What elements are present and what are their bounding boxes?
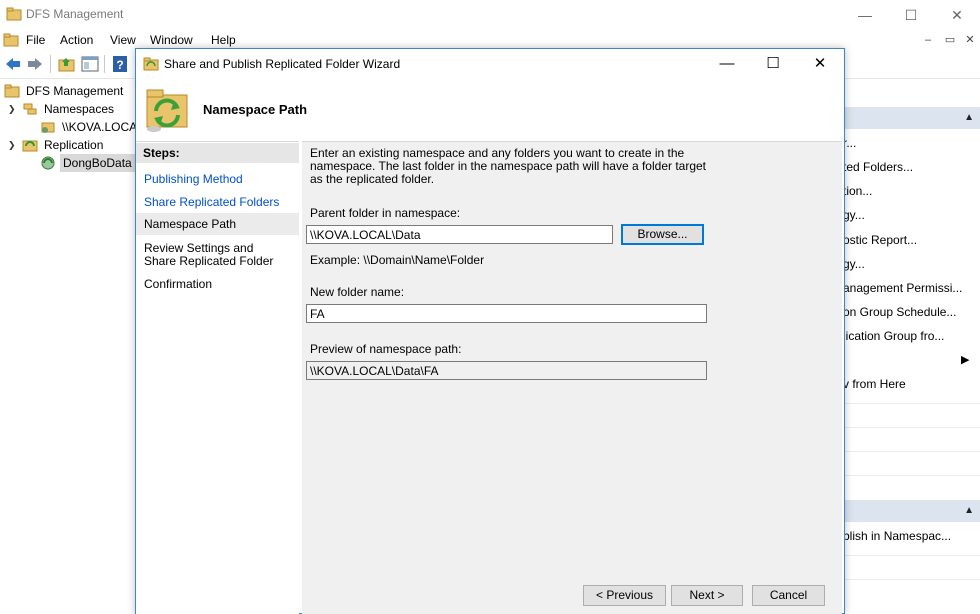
replication-group-icon — [41, 156, 55, 170]
mdi-close-button[interactable]: ✕ — [960, 32, 980, 48]
main-minimize-button[interactable]: — — [842, 0, 888, 30]
actions-divider — [843, 451, 980, 452]
parent-folder-label: Parent folder in namespace: — [310, 206, 461, 220]
action-item[interactable]: blish in Namespac... — [843, 529, 951, 543]
collapse-up-icon[interactable]: ▲ — [964, 112, 974, 123]
previous-button[interactable]: < Previous — [583, 585, 666, 606]
wizard-maximize-button[interactable]: ☐ — [750, 49, 796, 79]
tree-label: \\KOVA.LOCAL — [62, 120, 144, 134]
action-item[interactable]: gy... — [843, 208, 865, 222]
menu-help[interactable]: Help — [211, 33, 236, 47]
actions-header[interactable]: ▲ — [843, 107, 980, 129]
new-folder-label: New folder name: — [310, 285, 405, 299]
step-review-settings: Review Settings and Share Replicated Fol… — [144, 241, 274, 268]
preview-label: Preview of namespace path: — [310, 342, 462, 356]
menu-action[interactable]: Action — [60, 33, 93, 47]
main-close-button[interactable]: ✕ — [934, 0, 980, 30]
collapse-chevron-icon[interactable]: ❯ — [8, 136, 18, 154]
actions-divider — [843, 579, 980, 580]
namespace-icon — [41, 122, 55, 133]
toolbar-divider — [104, 55, 105, 73]
replicated-folder-icon — [146, 89, 188, 132]
wizard-title-icon — [143, 57, 159, 71]
svg-text:?: ? — [116, 58, 123, 72]
console-tree: DFS Management ❯ Namespaces \\KOVA.LOCAL… — [0, 79, 144, 612]
mdi-minimize-button[interactable]: – — [918, 32, 938, 48]
main-title-bar: DFS Management — ☐ ✕ — [0, 0, 980, 30]
menu-window[interactable]: Window — [150, 33, 193, 47]
tree-label: DFS Management — [26, 84, 124, 98]
tree-label: DongBoData — [60, 154, 135, 172]
forward-arrow-icon[interactable] — [26, 55, 44, 73]
dfs-app-icon — [6, 7, 22, 21]
intro-text: Enter an existing namespace and any fold… — [310, 146, 707, 186]
action-item[interactable]: v from Here — [843, 377, 906, 391]
wizard-title: Share and Publish Replicated Folder Wiza… — [164, 57, 401, 71]
steps-heading: Steps: — [136, 143, 299, 163]
next-button[interactable]: Next > — [671, 585, 743, 606]
main-window-title: DFS Management — [26, 7, 124, 21]
wizard-dialog: Share and Publish Replicated Folder Wiza… — [135, 48, 845, 614]
actions-divider — [843, 475, 980, 476]
up-folder-icon[interactable] — [58, 55, 76, 73]
action-item[interactable]: lication Group fro... — [843, 329, 944, 343]
step-publishing-method[interactable]: Publishing Method — [144, 173, 294, 186]
actions-header-2[interactable]: ▲ — [843, 500, 980, 522]
collapse-chevron-icon[interactable]: ❯ — [8, 100, 18, 118]
new-folder-input[interactable] — [306, 304, 707, 323]
wizard-content: Enter an existing namespace and any fold… — [302, 141, 842, 614]
wizard-minimize-button[interactable]: — — [704, 49, 750, 79]
main-maximize-button[interactable]: ☐ — [888, 0, 934, 30]
wizard-title-bar: Share and Publish Replicated Folder Wiza… — [136, 49, 844, 79]
collapse-up-icon[interactable]: ▲ — [964, 505, 974, 516]
step-confirmation: Confirmation — [144, 277, 213, 291]
console-icon[interactable] — [3, 32, 19, 47]
namespaces-icon — [23, 103, 37, 115]
wizard-close-button[interactable]: ✕ — [797, 49, 843, 79]
step-share-replicated-folders[interactable]: Share Replicated Folders — [144, 196, 294, 209]
action-item[interactable]: r... — [843, 136, 856, 150]
preview-path-field — [306, 361, 707, 380]
help-icon[interactable]: ? — [111, 55, 129, 73]
action-item[interactable]: ted Folders... — [843, 160, 913, 174]
actions-divider — [843, 555, 980, 556]
actions-divider — [843, 427, 980, 428]
action-item[interactable]: tion... — [843, 184, 872, 198]
action-item[interactable]: anagement Permissi... — [843, 281, 962, 295]
cancel-button[interactable]: Cancel — [752, 585, 825, 606]
back-arrow-icon[interactable] — [4, 55, 22, 73]
menu-file[interactable]: File — [26, 33, 45, 47]
action-item[interactable]: gy... — [843, 257, 865, 271]
step-namespace-path: Namespace Path — [136, 213, 299, 235]
tree-label: Namespaces — [44, 102, 115, 116]
tree-label: Replication — [44, 138, 104, 152]
action-item[interactable]: ostic Report... — [843, 233, 917, 247]
action-item[interactable]: on Group Schedule... — [843, 305, 956, 319]
dfs-management-icon — [4, 84, 20, 98]
example-text: Example: \\Domain\Name\Folder — [310, 253, 485, 267]
wizard-header: Namespace Path — [136, 79, 844, 141]
submenu-arrow-icon[interactable]: ▶ — [961, 353, 969, 366]
parent-folder-input[interactable] — [306, 225, 613, 244]
menu-view[interactable]: View — [110, 33, 136, 47]
toolbar-divider — [50, 55, 51, 73]
actions-divider — [843, 403, 980, 404]
wizard-steps-pane: Steps: Publishing Method Share Replicate… — [136, 141, 299, 614]
actions-pane: ▲ r... ted Folders... tion... gy... osti… — [843, 79, 980, 612]
mdi-restore-button[interactable]: ▭ — [940, 32, 960, 48]
menu-bar: File Action View Window Help — [0, 30, 980, 50]
wizard-page-title: Namespace Path — [203, 102, 308, 117]
browse-button[interactable]: Browse... — [621, 224, 704, 245]
show-hide-tree-icon[interactable] — [81, 55, 99, 73]
replication-icon — [22, 140, 38, 152]
